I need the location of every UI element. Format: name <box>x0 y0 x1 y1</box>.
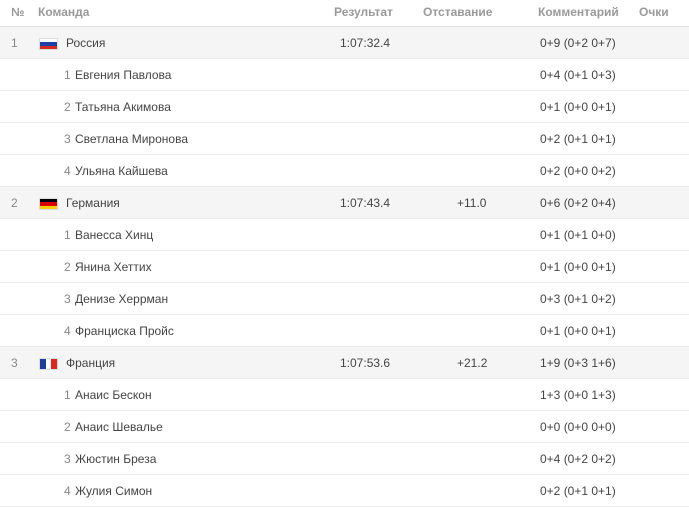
member-index: 1 <box>64 228 71 242</box>
team-row-germany[interactable]: 2 Германия 1:07:43.4 +11.0 0+6 (0+2 0+4) <box>0 187 689 219</box>
team-place: 2 <box>11 196 18 210</box>
member-comment: 0+3 (0+1 0+2) <box>540 292 616 306</box>
member-comment: 0+2 (0+1 0+1) <box>540 132 616 146</box>
member-index: 3 <box>64 292 71 306</box>
member-index: 4 <box>64 164 71 178</box>
member-comment: 1+3 (0+0 1+3) <box>540 388 616 402</box>
member-index: 3 <box>64 132 71 146</box>
member-row[interactable]: 3 Денизе Херрман 0+3 (0+1 0+2) <box>0 283 689 315</box>
member-comment: 0+2 (0+1 0+1) <box>540 484 616 498</box>
member-row[interactable]: 1 Ванесса Хинц 0+1 (0+1 0+0) <box>0 219 689 251</box>
table-header: № Команда Результат Отставание Комментар… <box>0 0 689 27</box>
member-name[interactable]: Анаис Шевалье <box>75 411 163 443</box>
member-index: 3 <box>64 452 71 466</box>
member-comment: 0+4 (0+2 0+2) <box>540 452 616 466</box>
header-team[interactable]: Команда <box>38 0 89 24</box>
member-name[interactable]: Жулия Симон <box>75 475 152 507</box>
member-name[interactable]: Ванесса Хинц <box>75 219 153 251</box>
member-comment: 0+1 (0+0 0+1) <box>540 324 616 338</box>
member-name[interactable]: Ульяна Кайшева <box>75 155 168 187</box>
member-name[interactable]: Денизе Херрман <box>75 283 168 315</box>
header-num[interactable]: № <box>11 0 24 24</box>
member-row[interactable]: 4 Ульяна Кайшева 0+2 (0+0 0+2) <box>0 155 689 187</box>
member-row[interactable]: 2 Татьяна Акимова 0+1 (0+0 0+1) <box>0 91 689 123</box>
member-comment: 0+4 (0+1 0+3) <box>540 68 616 82</box>
header-points[interactable]: Очки <box>639 0 669 24</box>
member-row[interactable]: 1 Анаис Бескон 1+3 (0+0 1+3) <box>0 379 689 411</box>
member-row[interactable]: 1 Евгения Павлова 0+4 (0+1 0+3) <box>0 59 689 91</box>
team-name[interactable]: Россия <box>66 27 105 59</box>
header-result[interactable]: Результат <box>334 0 393 24</box>
member-name[interactable]: Анаис Бескон <box>75 379 152 411</box>
member-name[interactable]: Татьяна Акимова <box>75 91 171 123</box>
member-index: 2 <box>64 260 71 274</box>
member-index: 2 <box>64 100 71 114</box>
member-comment: 0+0 (0+0 0+0) <box>540 420 616 434</box>
member-name[interactable]: Янина Хеттих <box>75 251 152 283</box>
member-name[interactable]: Жюстин Бреза <box>75 443 156 475</box>
team-result: 1:07:32.4 <box>340 36 391 50</box>
member-comment: 0+1 (0+1 0+0) <box>540 228 616 242</box>
member-index: 2 <box>64 420 71 434</box>
member-row[interactable]: 2 Янина Хеттих 0+1 (0+0 0+1) <box>0 251 689 283</box>
germany-flag-icon <box>39 198 58 210</box>
member-row[interactable]: 4 Франциска Пройс 0+1 (0+0 0+1) <box>0 315 689 347</box>
member-row[interactable]: 4 Жулия Симон 0+2 (0+1 0+1) <box>0 475 689 507</box>
russia-flag-icon <box>39 38 58 50</box>
team-comment: 1+9 (0+3 1+6) <box>540 356 616 370</box>
header-gap[interactable]: Отставание <box>423 0 492 24</box>
member-comment: 0+1 (0+0 0+1) <box>540 260 616 274</box>
team-result: 1:07:43.4 <box>340 196 391 210</box>
team-gap: +11.0 <box>457 196 487 210</box>
member-row[interactable]: 2 Анаис Шевалье 0+0 (0+0 0+0) <box>0 411 689 443</box>
header-comment[interactable]: Комментарий <box>538 0 619 24</box>
results-table: № Команда Результат Отставание Комментар… <box>0 0 689 507</box>
member-row[interactable]: 3 Жюстин Бреза 0+4 (0+2 0+2) <box>0 443 689 475</box>
team-place: 3 <box>11 356 18 370</box>
team-gap: +21.2 <box>457 356 488 370</box>
team-name[interactable]: Германия <box>66 187 120 219</box>
team-name[interactable]: Франция <box>66 347 115 379</box>
france-flag-icon <box>39 358 58 370</box>
team-result: 1:07:53.6 <box>340 356 391 370</box>
team-row-russia[interactable]: 1 Россия 1:07:32.4 0+9 (0+2 0+7) <box>0 27 689 59</box>
member-row[interactable]: 3 Светлана Миронова 0+2 (0+1 0+1) <box>0 123 689 155</box>
member-name[interactable]: Евгения Павлова <box>75 59 171 91</box>
member-index: 4 <box>64 324 71 338</box>
member-index: 4 <box>64 484 71 498</box>
member-name[interactable]: Франциска Пройс <box>75 315 174 347</box>
member-name[interactable]: Светлана Миронова <box>75 123 188 155</box>
member-comment: 0+1 (0+0 0+1) <box>540 100 616 114</box>
team-row-france[interactable]: 3 Франция 1:07:53.6 +21.2 1+9 (0+3 1+6) <box>0 347 689 379</box>
team-comment: 0+6 (0+2 0+4) <box>540 196 616 210</box>
member-index: 1 <box>64 388 71 402</box>
member-index: 1 <box>64 68 71 82</box>
team-place: 1 <box>11 36 18 50</box>
member-comment: 0+2 (0+0 0+2) <box>540 164 616 178</box>
team-comment: 0+9 (0+2 0+7) <box>540 36 616 50</box>
